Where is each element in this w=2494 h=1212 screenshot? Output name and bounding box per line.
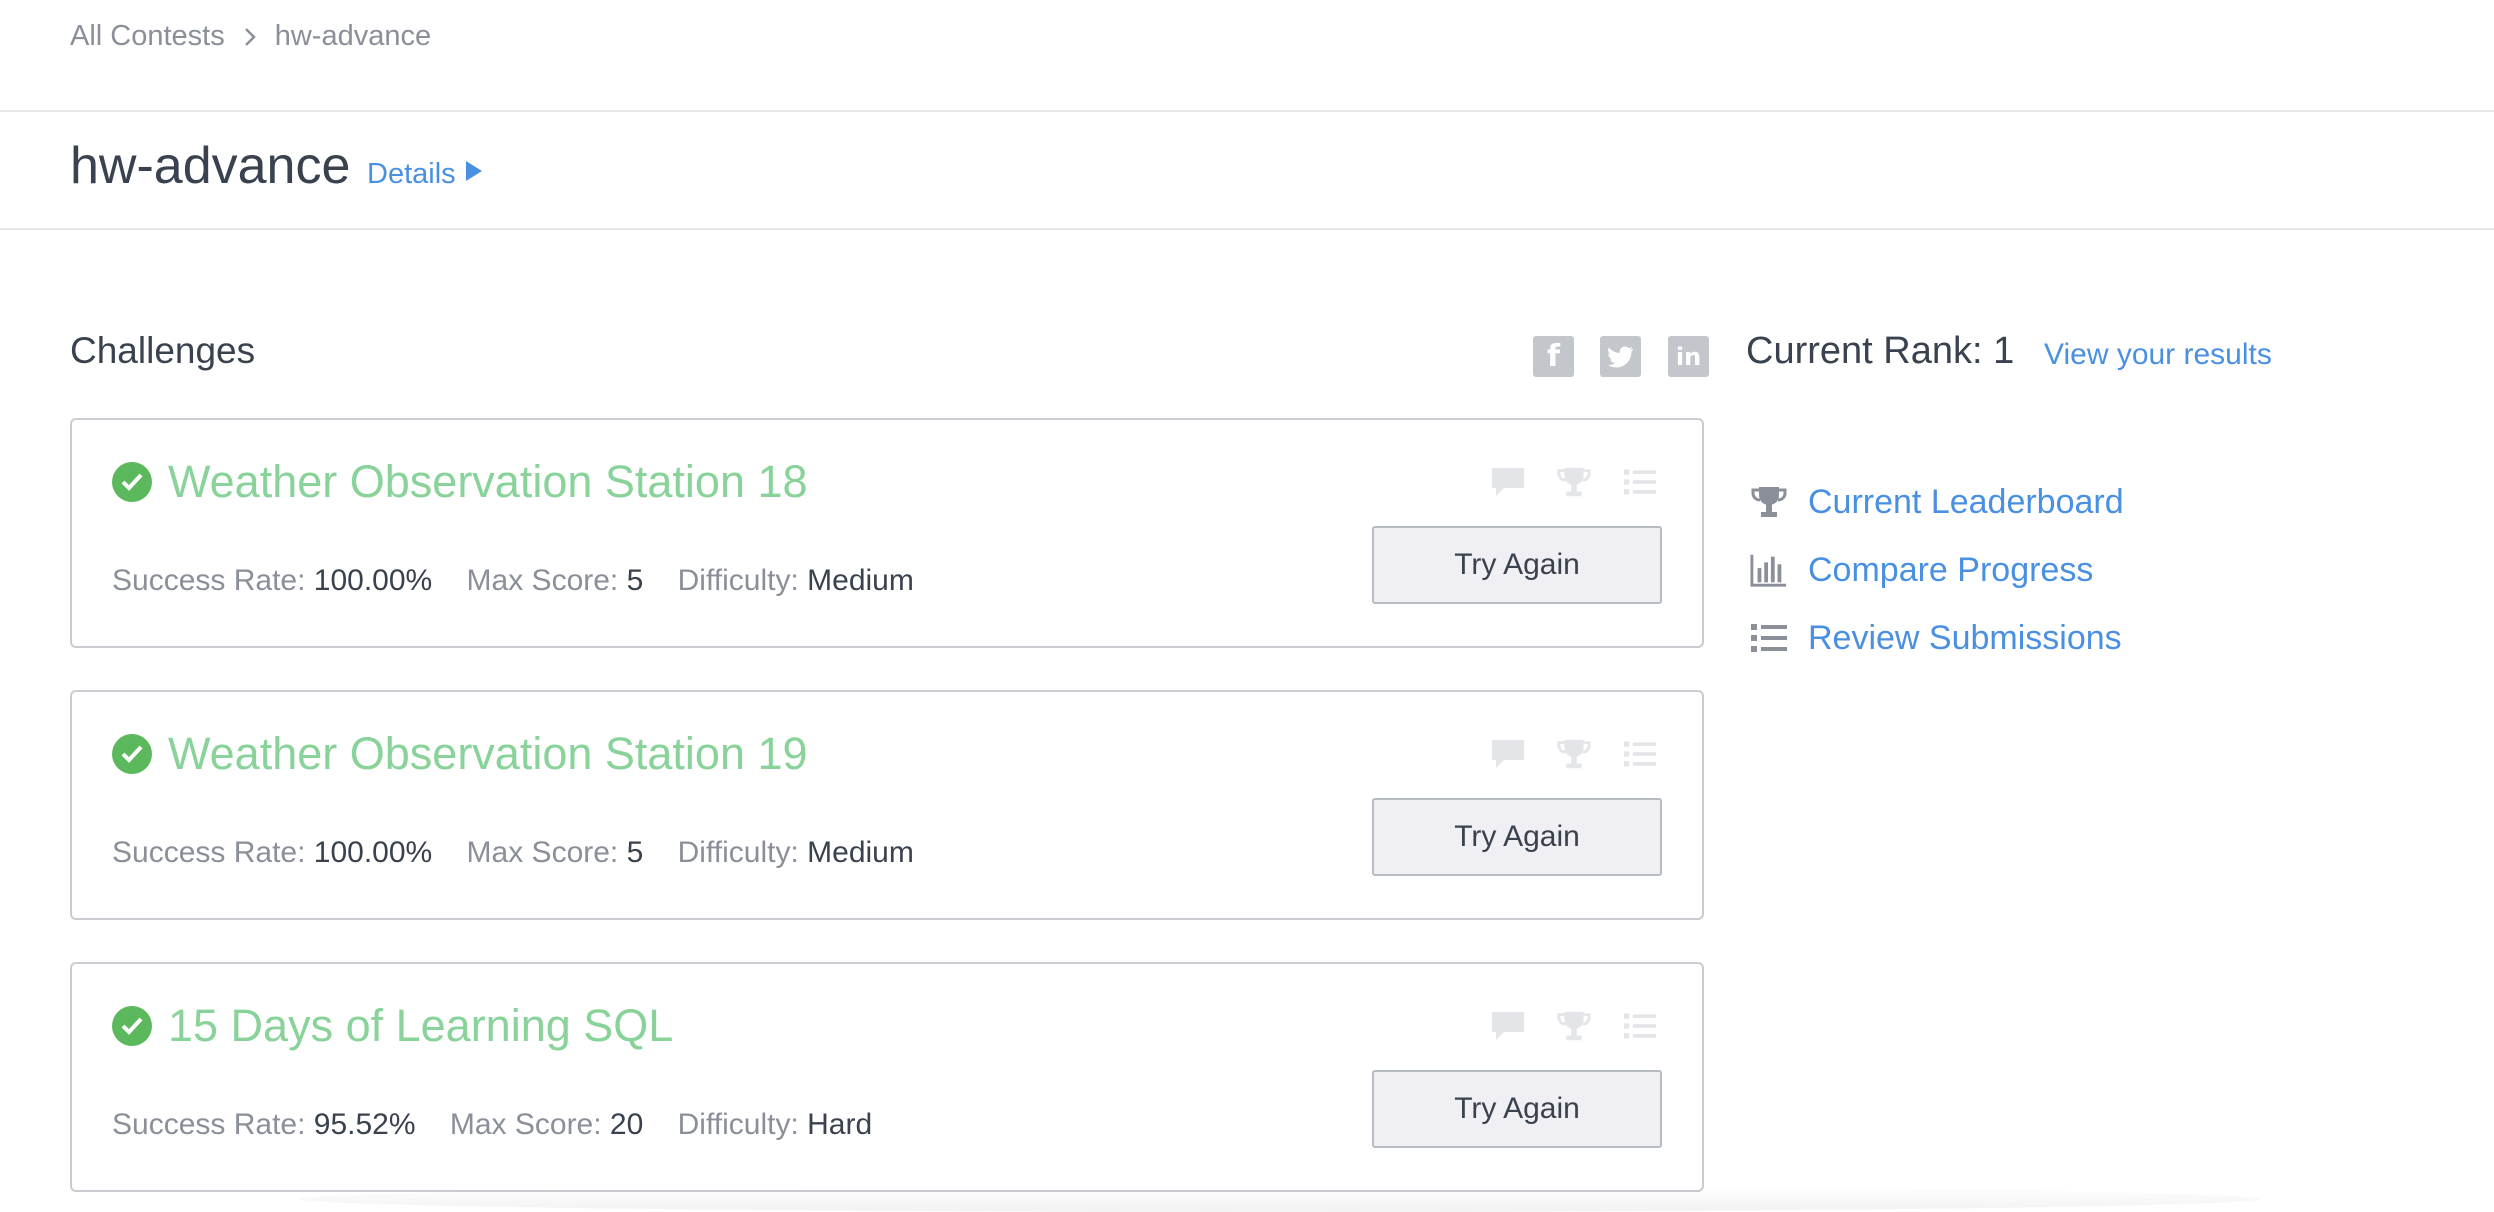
success-rate-label: Success Rate: bbox=[112, 836, 306, 869]
bottom-shadow bbox=[300, 1186, 2260, 1212]
comment-icon[interactable] bbox=[1490, 1008, 1526, 1044]
linkedin-icon[interactable]: in bbox=[1668, 336, 1709, 377]
challenge-title[interactable]: Weather Observation Station 18 bbox=[168, 456, 808, 508]
difficulty-value: Medium bbox=[807, 564, 914, 597]
challenge-meta: Success Rate: 95.52% Max Score: 20 Diffi… bbox=[112, 1108, 898, 1142]
sidebar-item-compare-progress[interactable]: Compare Progress bbox=[1750, 536, 2124, 604]
sidebar-item-leaderboard[interactable]: Current Leaderboard bbox=[1750, 468, 2124, 536]
list-icon[interactable] bbox=[1622, 1008, 1658, 1044]
page-title: hw-advance bbox=[70, 137, 351, 195]
list-icon bbox=[1750, 619, 1788, 657]
challenge-actions bbox=[1490, 736, 1658, 772]
sidebar-item-label: Review Submissions bbox=[1808, 618, 2122, 657]
breadcrumb: All Contests hw-advance bbox=[70, 20, 431, 53]
sidebar: Current Leaderboard Compare Progress Rev… bbox=[1750, 468, 2124, 672]
success-rate-value: 100.00% bbox=[313, 836, 433, 869]
success-rate-label: Success Rate: bbox=[112, 564, 306, 597]
challenge-card: Weather Observation Station 19 Success R… bbox=[70, 690, 1704, 920]
check-circle-icon bbox=[112, 734, 152, 774]
max-score-value: 5 bbox=[626, 836, 644, 869]
bar-chart-icon bbox=[1750, 551, 1788, 589]
max-score-label: Max Score: bbox=[466, 836, 619, 869]
difficulty-value: Medium bbox=[807, 836, 914, 869]
trophy-icon[interactable] bbox=[1556, 1008, 1592, 1044]
difficulty-label: Difficulty: bbox=[677, 564, 799, 597]
sidebar-item-label: Compare Progress bbox=[1808, 550, 2094, 589]
challenge-title[interactable]: Weather Observation Station 19 bbox=[168, 728, 808, 780]
challenges-heading: Challenges bbox=[70, 330, 256, 371]
play-arrow-icon bbox=[464, 158, 484, 191]
facebook-glyph: f bbox=[1546, 339, 1561, 374]
success-rate-value: 95.52% bbox=[313, 1108, 416, 1141]
trophy-icon[interactable] bbox=[1556, 464, 1592, 500]
details-label: Details bbox=[367, 158, 456, 190]
list-icon[interactable] bbox=[1622, 464, 1658, 500]
try-again-button[interactable]: Try Again bbox=[1372, 526, 1662, 604]
trophy-icon bbox=[1750, 483, 1788, 521]
success-rate-label: Success Rate: bbox=[112, 1108, 306, 1141]
trophy-icon[interactable] bbox=[1556, 736, 1592, 772]
title-divider bbox=[0, 228, 2494, 230]
max-score-label: Max Score: bbox=[449, 1108, 602, 1141]
challenge-actions bbox=[1490, 1008, 1658, 1044]
current-rank: Current Rank: 1 bbox=[1746, 330, 2015, 372]
chevron-right-icon bbox=[243, 26, 257, 48]
success-rate-value: 100.00% bbox=[313, 564, 433, 597]
max-score-value: 5 bbox=[626, 564, 644, 597]
header-divider bbox=[0, 110, 2494, 112]
comment-icon[interactable] bbox=[1490, 736, 1526, 772]
list-icon[interactable] bbox=[1622, 736, 1658, 772]
details-link[interactable]: Details bbox=[367, 158, 484, 191]
comment-icon[interactable] bbox=[1490, 464, 1526, 500]
sidebar-item-label: Current Leaderboard bbox=[1808, 482, 2124, 521]
max-score-value: 20 bbox=[609, 1108, 644, 1141]
breadcrumb-all-contests[interactable]: All Contests bbox=[70, 20, 225, 53]
max-score-label: Max Score: bbox=[466, 564, 619, 597]
view-results-link[interactable]: View your results bbox=[2044, 338, 2272, 372]
challenge-card: 15 Days of Learning SQL Success Rate: 95… bbox=[70, 962, 1704, 1192]
challenge-card: Weather Observation Station 18 Success R… bbox=[70, 418, 1704, 648]
challenge-meta: Success Rate: 100.00% Max Score: 5 Diffi… bbox=[112, 836, 940, 870]
twitter-icon[interactable] bbox=[1600, 336, 1641, 377]
check-circle-icon bbox=[112, 462, 152, 502]
challenge-actions bbox=[1490, 464, 1658, 500]
breadcrumb-current: hw-advance bbox=[274, 20, 432, 52]
sidebar-item-review-submissions[interactable]: Review Submissions bbox=[1750, 604, 2124, 672]
difficulty-value: Hard bbox=[807, 1108, 873, 1141]
difficulty-label: Difficulty: bbox=[677, 836, 799, 869]
try-again-button[interactable]: Try Again bbox=[1372, 1070, 1662, 1148]
facebook-icon[interactable]: f bbox=[1533, 336, 1574, 377]
difficulty-label: Difficulty: bbox=[677, 1108, 799, 1141]
challenge-meta: Success Rate: 100.00% Max Score: 5 Diffi… bbox=[112, 564, 940, 598]
try-again-button[interactable]: Try Again bbox=[1372, 798, 1662, 876]
check-circle-icon bbox=[112, 1006, 152, 1046]
linkedin-glyph: in bbox=[1675, 342, 1702, 371]
challenge-title[interactable]: 15 Days of Learning SQL bbox=[168, 1000, 673, 1052]
